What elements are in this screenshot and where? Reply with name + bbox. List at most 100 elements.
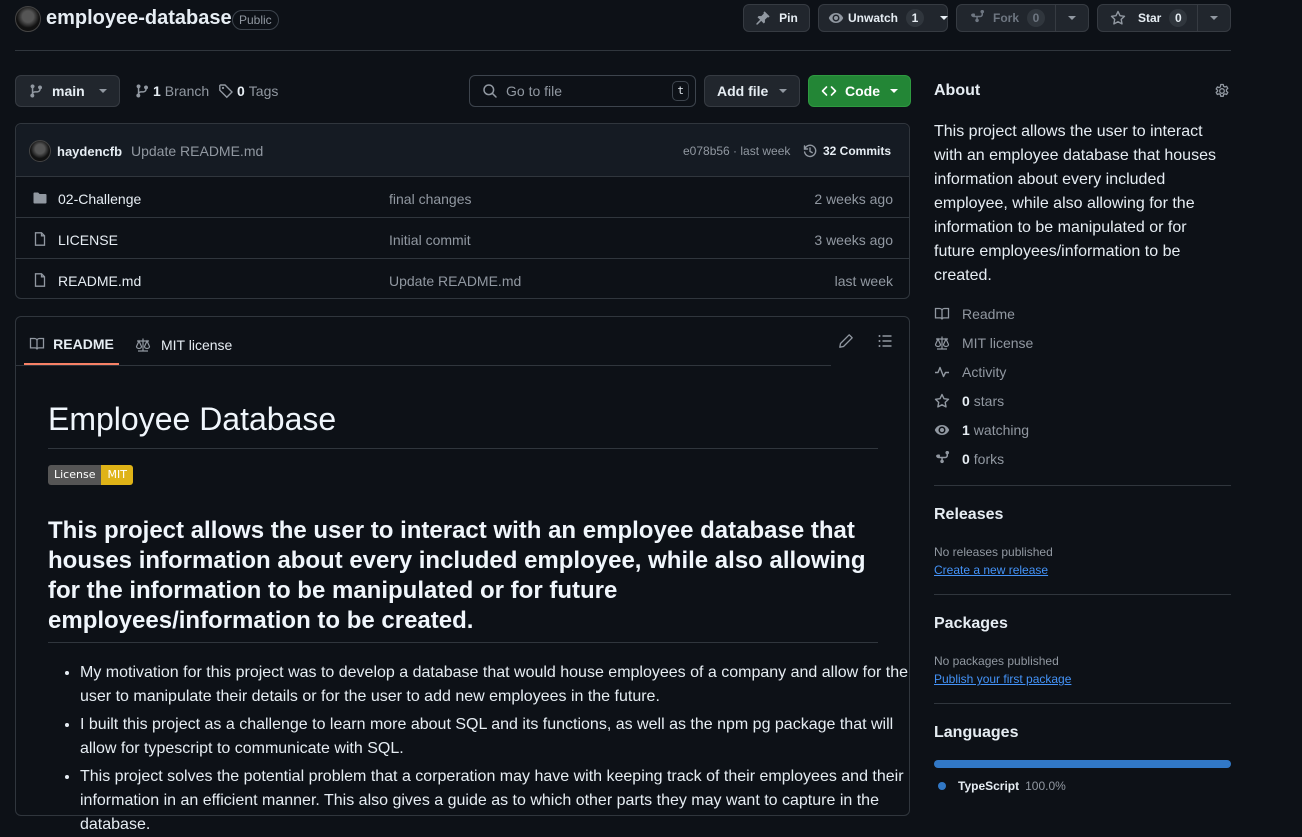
branch-count-label: Branch (164, 83, 210, 99)
sidebar-license-link[interactable]: MIT license (934, 335, 1033, 351)
fork-button[interactable]: Fork 0 (957, 5, 1055, 31)
fork-dropdown[interactable] (1056, 5, 1088, 31)
commit-author-avatar[interactable] (29, 140, 51, 162)
branch-count: 1 (153, 83, 161, 99)
tab-readme-label: README (53, 336, 114, 352)
chevron-down-icon (779, 89, 787, 93)
eye-icon (828, 13, 844, 23)
readme-bullet-list: My motivation for this project was to de… (48, 661, 910, 837)
go-to-file-search[interactable]: Go to file t (469, 75, 696, 107)
search-icon (483, 84, 497, 98)
tab-readme[interactable]: README (24, 325, 119, 365)
commit-hash-time[interactable]: e078b56 · last week (683, 144, 790, 158)
search-placeholder: Go to file (506, 83, 563, 99)
header-divider (15, 50, 1231, 51)
watch-button-group[interactable]: Unwatch 1 (818, 4, 949, 32)
visibility-badge: Public (232, 10, 279, 30)
language-color-dot (938, 782, 946, 790)
stars-label: stars (973, 393, 1005, 409)
tags-link[interactable]: 0 Tags (218, 83, 278, 99)
readme-tabs-divider (16, 365, 831, 366)
tab-license[interactable]: MIT license (135, 325, 232, 365)
file-icon (34, 232, 46, 246)
sidebar-readme-label: Readme (962, 306, 1015, 322)
unwatch-button[interactable]: Unwatch 1 (819, 5, 932, 31)
pulse-icon (935, 366, 949, 378)
sidebar-license-label: MIT license (962, 335, 1034, 351)
language-bar-typescript (934, 760, 1231, 768)
law-icon (135, 338, 151, 352)
language-item[interactable]: TypeScript 100.0% (938, 779, 1066, 793)
outline-list-icon[interactable] (877, 333, 893, 349)
pencil-icon[interactable] (838, 333, 854, 349)
star-icon (934, 393, 950, 408)
file-commit-message[interactable]: Update README.md (389, 273, 521, 289)
publish-package-link[interactable]: Publish your first package (934, 672, 1071, 686)
file-name[interactable]: LICENSE (58, 232, 118, 248)
branch-selector[interactable]: main (15, 75, 120, 107)
fork-label: Fork (993, 11, 1020, 25)
language-percent: 100.0% (1025, 779, 1066, 793)
tag-icon (219, 84, 233, 99)
readme-subtitle: This project allows the user to interact… (48, 517, 866, 634)
branches-link[interactable]: 1 Branch (134, 83, 209, 99)
commit-message[interactable]: Update README.md (131, 143, 263, 159)
license-badge[interactable]: License MIT (48, 465, 133, 485)
sidebar-watching-link[interactable]: 1 watching (934, 422, 1029, 438)
chevron-down-icon (1068, 16, 1076, 20)
sidebar-readme-link[interactable]: Readme (934, 306, 1015, 322)
commit-author[interactable]: haydencfb (57, 144, 122, 159)
commits-link[interactable]: 32 Commits (802, 143, 891, 159)
sidebar-activity-link[interactable]: Activity (934, 364, 1006, 380)
eye-icon (934, 425, 950, 435)
pin-button[interactable]: Pin (743, 4, 810, 32)
chevron-down-icon (940, 16, 949, 20)
releases-empty-text: No releases published (934, 545, 1053, 559)
pin-label: Pin (779, 11, 798, 25)
star-icon (1110, 10, 1126, 25)
star-button[interactable]: Star 0 (1098, 5, 1197, 31)
fork-icon (936, 451, 950, 464)
watching-count: 1 (962, 422, 970, 438)
chevron-down-icon (890, 89, 898, 93)
watching-label: watching (973, 422, 1030, 438)
search-shortcut: t (672, 81, 689, 101)
readme-bullet: My motivation for this project was to de… (80, 661, 910, 709)
unwatch-label: Unwatch (848, 11, 899, 25)
watch-dropdown[interactable] (932, 5, 956, 31)
stars-count: 0 (962, 393, 970, 409)
create-release-link[interactable]: Create a new release (934, 563, 1048, 577)
license-badge-label: License (48, 465, 102, 485)
sidebar-stars-link[interactable]: 0 stars (934, 393, 1004, 409)
repo-avatar[interactable] (15, 6, 41, 32)
readme-bullet: I built this project as a challenge to l… (80, 713, 910, 761)
tag-count: 0 (237, 83, 245, 99)
law-icon (934, 336, 950, 350)
file-row[interactable]: README.md Update README.md last week (16, 258, 909, 298)
add-file-button[interactable]: Add file (704, 75, 800, 107)
file-name[interactable]: 02-Challenge (58, 191, 141, 207)
star-dropdown[interactable] (1198, 5, 1230, 31)
gear-icon[interactable] (1214, 83, 1230, 99)
sidebar-forks-link[interactable]: 0 forks (934, 451, 1004, 467)
file-row[interactable]: LICENSE Initial commit 3 weeks ago (16, 217, 909, 258)
file-name[interactable]: README.md (58, 273, 141, 289)
star-count: 0 (1169, 9, 1188, 27)
watch-count: 1 (906, 9, 925, 27)
fork-icon (971, 10, 985, 23)
file-commit-message[interactable]: Initial commit (389, 232, 471, 248)
repo-name[interactable]: employee-database (46, 7, 232, 30)
star-label: Star (1138, 11, 1162, 25)
packages-heading[interactable]: Packages (934, 615, 1008, 633)
about-heading: About (934, 82, 981, 99)
file-commit-message[interactable]: final changes (389, 191, 472, 207)
tag-count-label: Tags (248, 83, 279, 99)
language-bar (934, 760, 1231, 768)
file-row[interactable]: 02-Challenge final changes 2 weeks ago (16, 176, 909, 217)
star-button-group[interactable]: Star 0 (1097, 4, 1231, 32)
fork-button-group[interactable]: Fork 0 (956, 4, 1089, 32)
folder-icon (33, 192, 47, 204)
file-icon (34, 273, 46, 287)
releases-heading[interactable]: Releases (934, 506, 1003, 524)
code-button[interactable]: Code (808, 75, 911, 107)
